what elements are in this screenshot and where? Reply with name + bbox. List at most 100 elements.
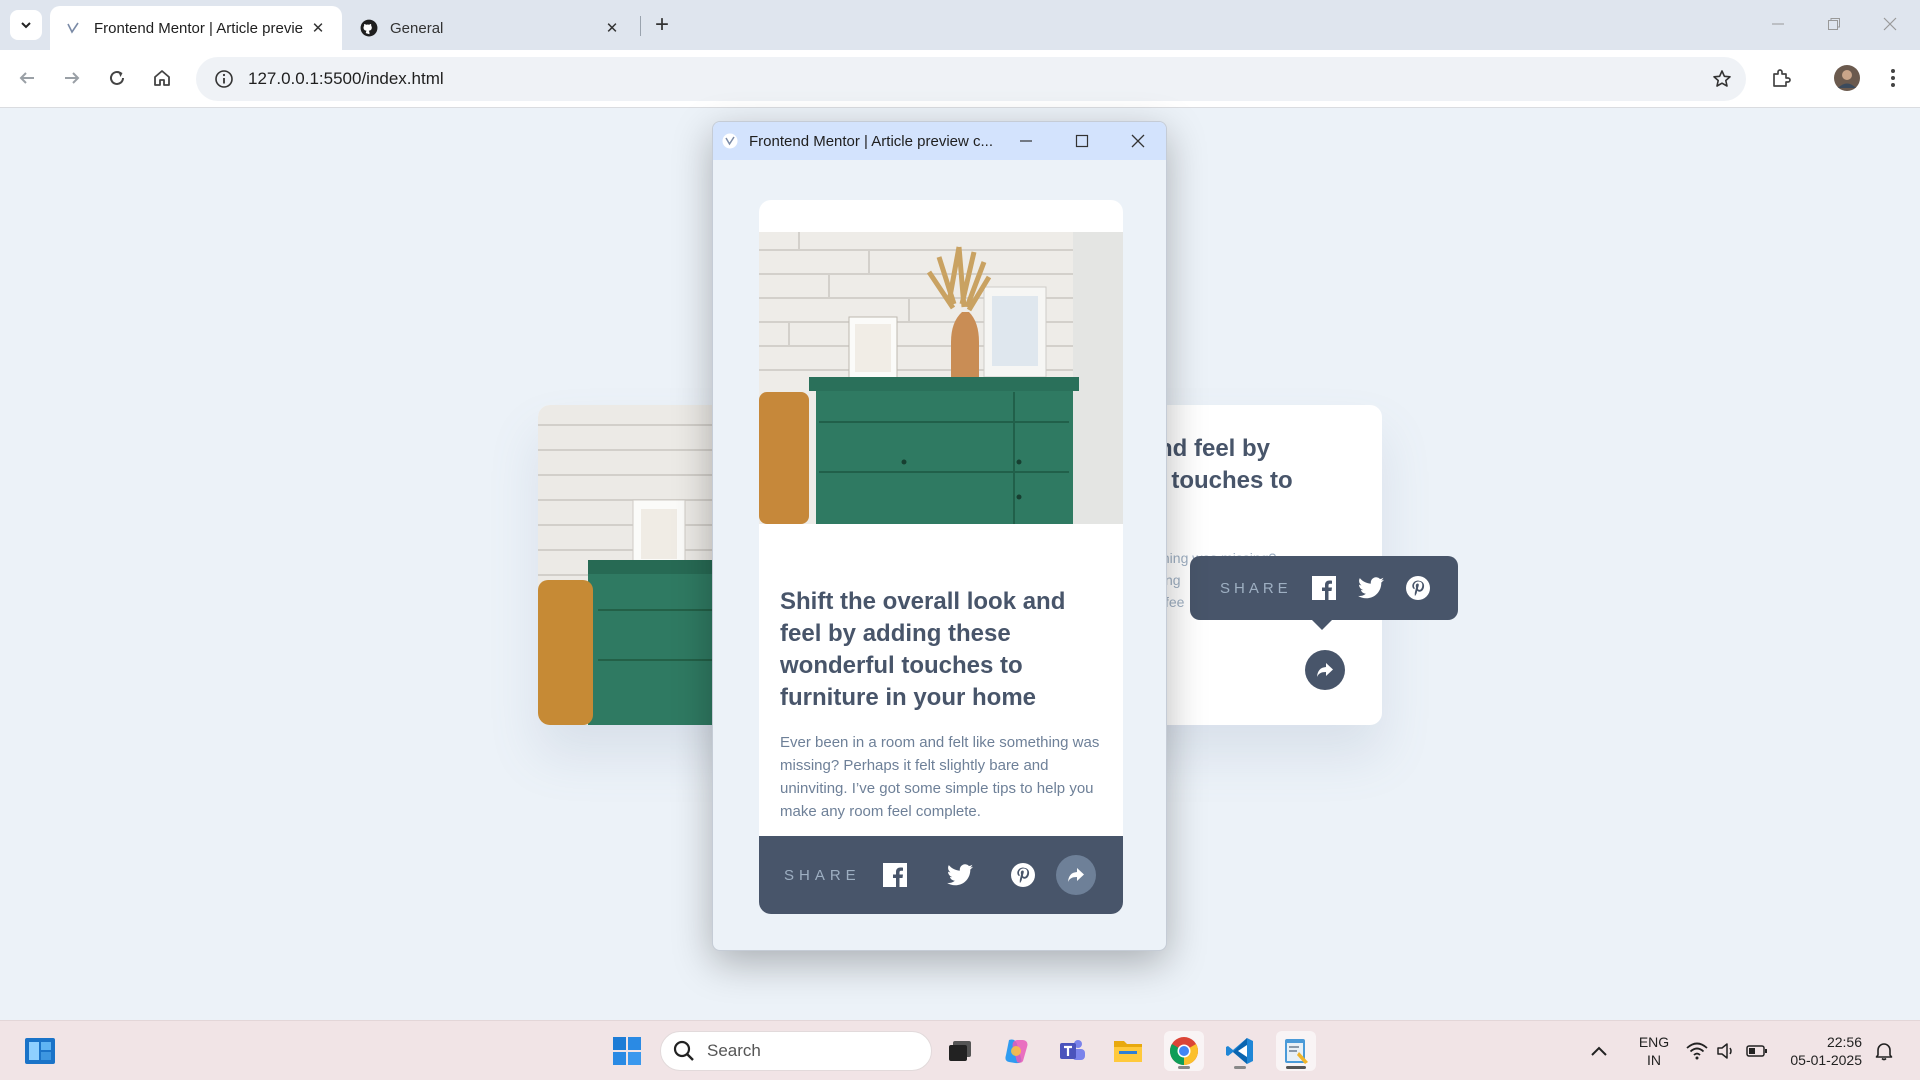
- folder-icon: [1114, 1041, 1142, 1062]
- new-tab-button[interactable]: +: [648, 11, 676, 39]
- arrow-left-icon: [19, 72, 34, 84]
- windows-logo-icon: [613, 1037, 641, 1065]
- tab-close-icon[interactable]: ✕: [602, 18, 622, 38]
- copilot-button[interactable]: [996, 1031, 1036, 1071]
- wifi-status[interactable]: [1686, 1021, 1708, 1080]
- taskbar-search[interactable]: Search: [660, 1031, 932, 1071]
- notifications-button[interactable]: [1874, 1021, 1894, 1080]
- facebook-icon[interactable]: [1311, 576, 1336, 600]
- reload-icon: [110, 70, 124, 85]
- task-view-button[interactable]: [940, 1031, 980, 1071]
- extensions-button[interactable]: [1764, 61, 1798, 95]
- heading-line: l touches to: [1158, 467, 1293, 494]
- reload-button[interactable]: [100, 61, 134, 95]
- popup-titlebar[interactable]: Frontend Mentor | Article preview c...: [713, 122, 1166, 160]
- site-info-icon[interactable]: [204, 69, 244, 89]
- active-app-taskbar-button[interactable]: [1276, 1031, 1316, 1071]
- notepad-icon: [1285, 1039, 1308, 1064]
- article-photo: [538, 405, 718, 725]
- browser-menu-button[interactable]: [1876, 61, 1910, 95]
- popup-window: Frontend Mentor | Article preview c... S…: [712, 121, 1167, 951]
- tab-title: Frontend Mentor | Article previe: [94, 19, 303, 37]
- share-button[interactable]: [1056, 855, 1096, 895]
- battery-status[interactable]: [1746, 1021, 1768, 1080]
- share-label: SHARE: [784, 866, 861, 884]
- battery-icon: [1746, 1045, 1767, 1057]
- volume-status[interactable]: [1716, 1021, 1736, 1080]
- chevron-down-icon: [21, 22, 31, 29]
- chevron-up-icon: [1591, 1046, 1607, 1056]
- back-button[interactable]: [10, 61, 44, 95]
- popup-minimize-button[interactable]: [998, 122, 1054, 160]
- search-icon: [673, 1040, 694, 1061]
- file-explorer-button[interactable]: [1108, 1031, 1148, 1071]
- more-vertical-icon: [1891, 69, 1895, 87]
- copilot-icon: [1005, 1039, 1028, 1064]
- pinterest-icon[interactable]: [1405, 576, 1430, 600]
- tab-github-general[interactable]: General ✕: [346, 6, 636, 50]
- article-preview-card: Shift the overall look and feel by addin…: [759, 200, 1123, 914]
- popup-close-button[interactable]: [1110, 122, 1166, 160]
- chrome-taskbar-button[interactable]: [1164, 1031, 1204, 1071]
- tab-close-icon[interactable]: ✕: [308, 18, 328, 38]
- language-code: ENG: [1638, 1034, 1670, 1050]
- article-heading-fragment: nd feel by l touches to: [1158, 433, 1382, 497]
- close-icon: [1131, 134, 1145, 148]
- popup-maximize-button[interactable]: [1054, 122, 1110, 160]
- address-bar[interactable]: 127.0.0.1:5500/index.html: [196, 57, 1746, 101]
- tab-title: General: [390, 19, 444, 37]
- close-window-button[interactable]: [1862, 0, 1918, 48]
- tab-separator: [640, 16, 641, 36]
- search-placeholder: Search: [707, 1041, 761, 1060]
- system-clock[interactable]: 22:56 05-01-2025: [1782, 1033, 1862, 1069]
- tab-strip: Frontend Mentor | Article previe ✕ Gener…: [0, 0, 1920, 50]
- widgets-icon: [25, 1038, 55, 1064]
- minimize-icon: [1772, 23, 1784, 25]
- github-icon: [360, 19, 378, 37]
- wifi-icon: [1686, 1042, 1708, 1060]
- home-icon: [154, 70, 170, 86]
- url-text[interactable]: 127.0.0.1:5500/index.html: [248, 69, 444, 89]
- article-description: Ever been in a room and felt like someth…: [780, 734, 1100, 820]
- puzzle-icon: [1773, 69, 1791, 87]
- share-label: SHARE: [1220, 579, 1292, 597]
- article-heading: Shift the overall look and feel by addin…: [780, 588, 1066, 711]
- popup-title: Frontend Mentor | Article preview c...: [749, 132, 993, 150]
- clock-date: 05-01-2025: [1790, 1052, 1862, 1068]
- running-indicator: [1178, 1066, 1190, 1069]
- widgets-button[interactable]: [24, 1035, 56, 1067]
- share-bar: SHARE: [759, 836, 1123, 914]
- home-button[interactable]: [145, 61, 179, 95]
- region-code: IN: [1647, 1052, 1661, 1068]
- minimize-window-button[interactable]: [1750, 0, 1806, 48]
- share-button[interactable]: [1305, 650, 1345, 690]
- share-arrow-icon: [1317, 663, 1333, 677]
- minimize-icon: [1020, 140, 1032, 142]
- vscode-icon: [1226, 1038, 1253, 1064]
- teams-button[interactable]: [1052, 1031, 1092, 1071]
- profile-avatar-button[interactable]: [1830, 61, 1864, 95]
- input-language-indicator[interactable]: ENG IN: [1634, 1033, 1674, 1069]
- restore-window-button[interactable]: [1806, 0, 1862, 48]
- twitter-icon[interactable]: [947, 864, 1011, 886]
- task-view-icon: [949, 1041, 971, 1061]
- bookmark-star-icon[interactable]: [1712, 69, 1732, 94]
- arrow-right-icon: [65, 72, 80, 84]
- facebook-icon[interactable]: [883, 863, 947, 887]
- article-photo: [759, 232, 1123, 524]
- avatar: [1834, 65, 1860, 91]
- running-indicator: [1234, 1066, 1246, 1069]
- forward-button[interactable]: [55, 61, 89, 95]
- vscode-taskbar-button[interactable]: [1220, 1031, 1260, 1071]
- clock-time: 22:56: [1826, 1034, 1862, 1050]
- start-button[interactable]: [607, 1031, 647, 1071]
- frontend-mentor-favicon-icon: [64, 19, 82, 37]
- show-hidden-icons-button[interactable]: [1590, 1021, 1608, 1080]
- speaker-icon: [1717, 1043, 1732, 1059]
- share-arrow-icon: [1068, 868, 1084, 882]
- twitter-icon[interactable]: [1357, 577, 1384, 599]
- tab-search-button[interactable]: [10, 10, 42, 40]
- browser-toolbar: 127.0.0.1:5500/index.html: [0, 50, 1920, 108]
- tab-frontend-mentor[interactable]: Frontend Mentor | Article previe ✕: [50, 6, 342, 50]
- teams-icon: [1060, 1040, 1085, 1060]
